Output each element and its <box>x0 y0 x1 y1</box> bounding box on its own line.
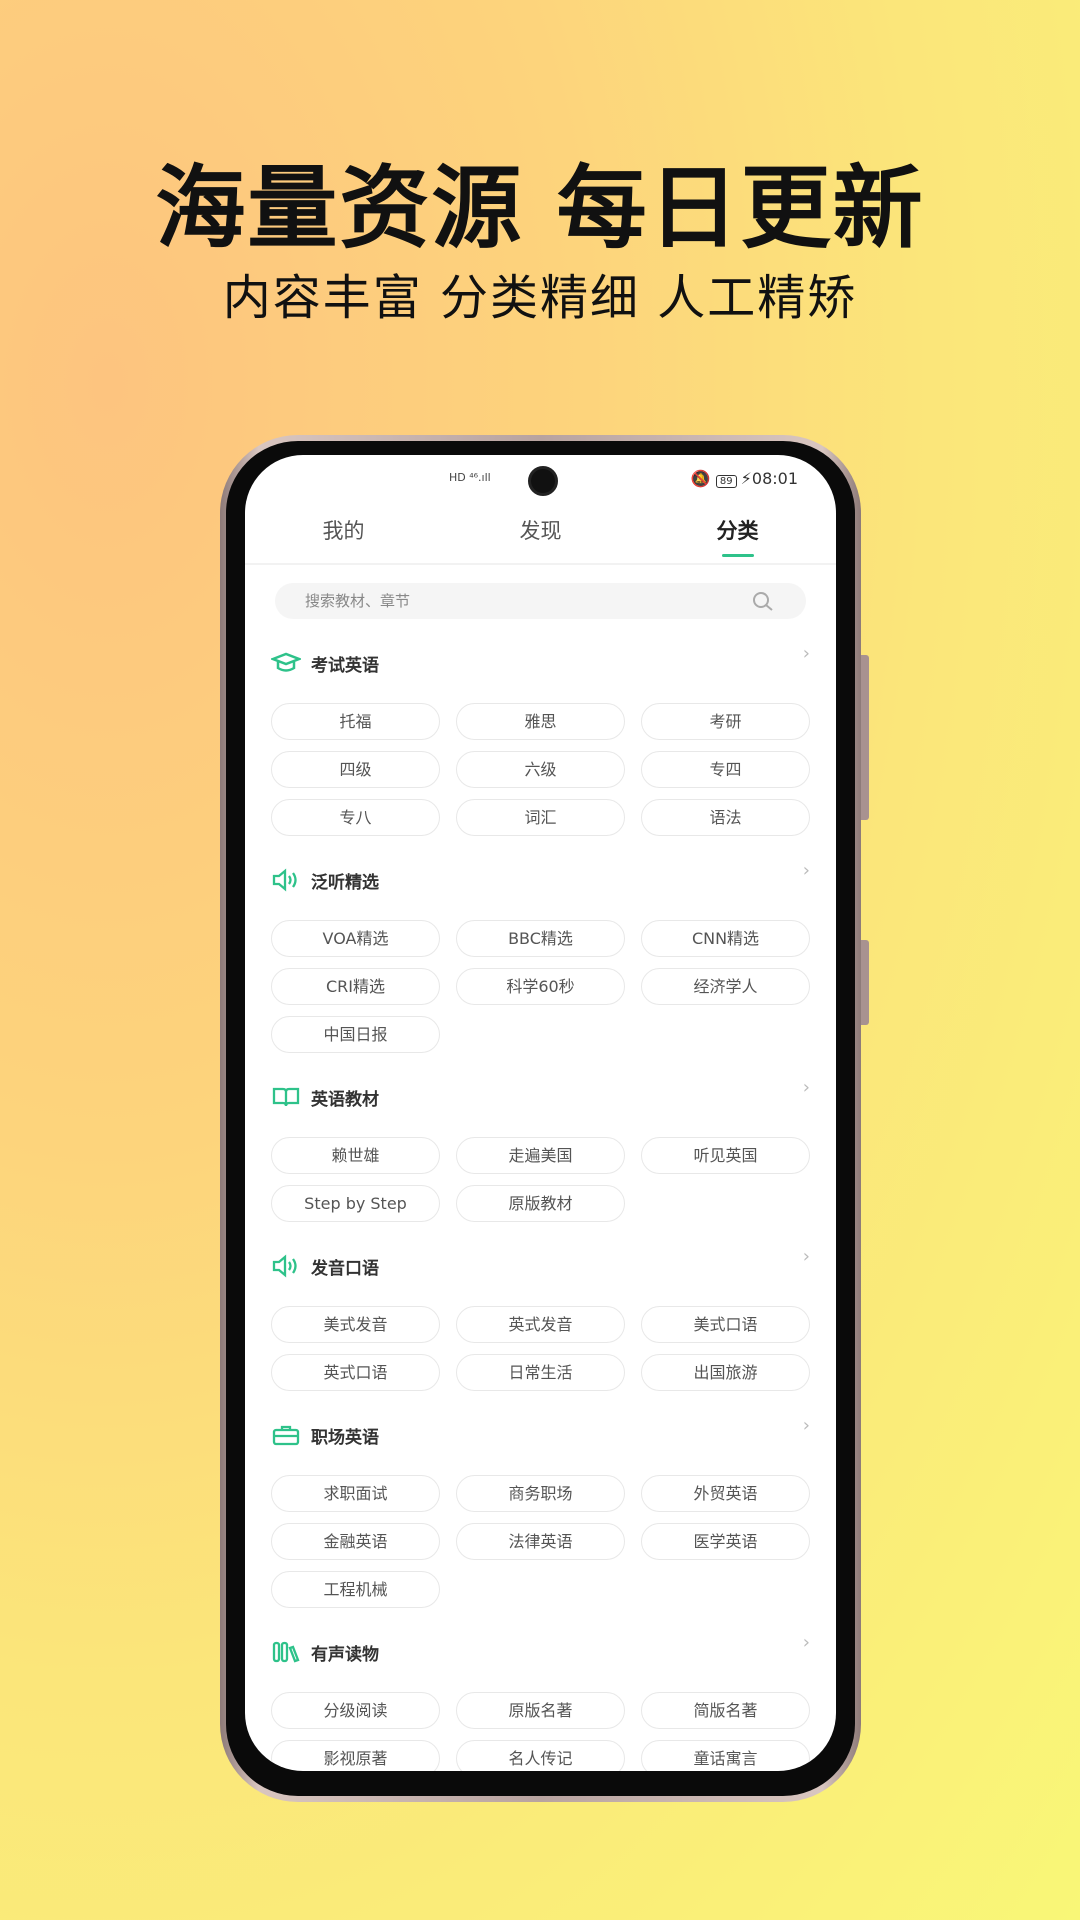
phone-frame: HD ⁴⁶.ıll 🔕 89 ⚡08:01 我的 发现 分类 搜索教材、章节 考试… <box>220 435 869 1802</box>
category-section: 职场英语 › 求职面试 商务职场 外贸英语金融英语 法律英语 医学英语工程机械 <box>271 1415 810 1608</box>
chevron-right-icon[interactable]: › <box>803 1415 810 1436</box>
chevron-right-icon[interactable]: › <box>803 1077 810 1098</box>
section-title: 英语教材 <box>311 1089 379 1110</box>
category-chip[interactable]: 经济学人 <box>641 968 810 1005</box>
section-header[interactable]: 职场英语 › <box>271 1415 810 1449</box>
section-title: 考试英语 <box>311 655 379 676</box>
signal-icon: HD ⁴⁶.ıll <box>449 471 491 484</box>
search-icon[interactable] <box>752 591 774 613</box>
chevron-right-icon[interactable]: › <box>803 860 810 881</box>
category-chip[interactable]: CRI精选 <box>271 968 440 1005</box>
category-chip[interactable]: 美式口语 <box>641 1306 810 1343</box>
category-chip[interactable]: 六级 <box>456 751 625 788</box>
books-icon <box>271 1640 301 1664</box>
category-chip[interactable]: 专八 <box>271 799 440 836</box>
battery-icon: 89 <box>715 475 737 488</box>
category-chip[interactable]: 金融英语 <box>271 1523 440 1560</box>
category-chip[interactable]: 托福 <box>271 703 440 740</box>
chevron-right-icon[interactable]: › <box>803 1246 810 1267</box>
category-chip[interactable]: 商务职场 <box>456 1475 625 1512</box>
chevron-right-icon[interactable]: › <box>803 1632 810 1653</box>
section-title: 发音口语 <box>311 1258 379 1279</box>
category-chip[interactable]: 英式发音 <box>456 1306 625 1343</box>
clock: 08:01 <box>751 469 798 488</box>
category-chip[interactable]: 四级 <box>271 751 440 788</box>
category-chip[interactable]: CNN精选 <box>641 920 810 957</box>
tab-mine[interactable]: 我的 <box>245 499 442 563</box>
category-chip[interactable]: 考研 <box>641 703 810 740</box>
section-header[interactable]: 考试英语 › <box>269 643 810 677</box>
category-chip[interactable]: 原版名著 <box>456 1692 625 1729</box>
section-header[interactable]: 英语教材 › <box>271 1077 810 1111</box>
category-section: 英语教材 › 赖世雄 走遍美国 听见英国 Step by Step 原版教材 <box>271 1077 810 1222</box>
chip-grid: 分级阅读原版名著简版名著影视原著名人传记童话寓言广播剧诗歌美文 <box>271 1692 810 1771</box>
category-chip[interactable]: 中国日报 <box>271 1016 440 1053</box>
category-chip[interactable]: 法律英语 <box>456 1523 625 1560</box>
category-chip[interactable]: 词汇 <box>456 799 625 836</box>
active-tab-indicator <box>721 554 754 557</box>
category-list: 考试英语 › 托福 雅思 考研四级 六级 专四专八 词汇 语法泛听精选 › VOA精选 BBC精选 CN… <box>245 643 836 1771</box>
category-chip[interactable]: 工程机械 <box>271 1571 440 1608</box>
category-chip[interactable]: Step by Step <box>271 1185 440 1222</box>
category-chip[interactable]: 科学60秒 <box>456 968 625 1005</box>
category-chip[interactable]: 雅思 <box>456 703 625 740</box>
speaker-icon <box>271 1254 301 1278</box>
chip-grid: VOA精选 BBC精选 CNN精选 CRI精选 科学60秒 经济学人中国日报 <box>271 920 810 1053</box>
category-section: 考试英语 › 托福 雅思 考研四级 六级 专四专八 词汇 语法 <box>269 643 810 836</box>
category-chip[interactable]: 外贸英语 <box>641 1475 810 1512</box>
section-header[interactable]: 有声读物 › <box>271 1632 810 1666</box>
category-chip[interactable]: 语法 <box>641 799 810 836</box>
search-input[interactable]: 搜索教材、章节 <box>275 583 806 619</box>
category-chip[interactable]: 日常生活 <box>456 1354 625 1391</box>
chip-grid: 美式发音 英式发音 美式口语英式口语 日常生活 出国旅游 <box>271 1306 810 1391</box>
speaker-icon <box>271 868 301 892</box>
category-chip[interactable]: 医学英语 <box>641 1523 810 1560</box>
category-chip[interactable]: VOA精选 <box>271 920 440 957</box>
power-button <box>861 940 869 1025</box>
status-bar: HD ⁴⁶.ıll 🔕 89 ⚡08:01 <box>245 455 836 499</box>
chip-grid: 赖世雄 走遍美国 听见英国 Step by Step 原版教材 <box>271 1137 810 1222</box>
volume-button <box>861 655 869 820</box>
app-screen: HD ⁴⁶.ıll 🔕 89 ⚡08:01 我的 发现 分类 搜索教材、章节 考试… <box>245 455 836 1771</box>
category-section: 发音口语 › 美式发音 英式发音 美式口语英式口语 日常生活 出国旅游 <box>271 1246 810 1391</box>
mute-icon: 🔕 <box>690 469 711 488</box>
category-section: 有声读物›分级阅读原版名著简版名著影视原著名人传记童话寓言广播剧诗歌美文 <box>271 1632 810 1771</box>
category-chip[interactable]: 英式口语 <box>271 1354 440 1391</box>
category-chip[interactable]: BBC精选 <box>456 920 625 957</box>
chip-grid: 托福 雅思 考研四级 六级 专四专八 词汇 语法 <box>271 703 810 836</box>
category-chip[interactable]: 听见英国 <box>641 1137 810 1174</box>
category-section: 泛听精选 › VOA精选 BBC精选 CNN精选 CRI精选 科学60秒 经济学人中国日报 <box>271 860 810 1053</box>
charging-icon: ⚡ <box>740 469 752 488</box>
headline: 海量资源 每日更新 <box>155 156 925 261</box>
category-chip[interactable]: 分级阅读 <box>271 1692 440 1729</box>
category-chip[interactable]: 走遍美国 <box>456 1137 625 1174</box>
section-header[interactable]: 泛听精选 › <box>271 860 810 894</box>
book-icon <box>271 1085 301 1109</box>
section-title: 职场英语 <box>311 1427 379 1448</box>
category-chip[interactable]: 名人传记 <box>456 1740 625 1771</box>
category-chip[interactable]: 影视原著 <box>271 1740 440 1771</box>
category-chip[interactable]: 美式发音 <box>271 1306 440 1343</box>
briefcase-icon <box>271 1423 301 1447</box>
tab-discover[interactable]: 发现 <box>442 499 639 563</box>
category-chip[interactable]: 童话寓言 <box>641 1740 810 1771</box>
category-chip[interactable]: 求职面试 <box>271 1475 440 1512</box>
tab-category[interactable]: 分类 <box>639 499 836 563</box>
camera-icon <box>528 466 558 496</box>
chip-grid: 求职面试 商务职场 外贸英语金融英语 法律英语 医学英语工程机械 <box>271 1475 810 1608</box>
tab-bar: 我的 发现 分类 <box>245 499 836 565</box>
search-placeholder: 搜索教材、章节 <box>305 592 411 610</box>
category-chip[interactable]: 原版教材 <box>456 1185 625 1222</box>
category-chip[interactable]: 出国旅游 <box>641 1354 810 1391</box>
section-header[interactable]: 发音口语 › <box>271 1246 810 1280</box>
graduation-cap-icon <box>269 651 303 675</box>
category-chip[interactable]: 专四 <box>641 751 810 788</box>
section-title: 泛听精选 <box>311 872 379 893</box>
category-chip[interactable]: 赖世雄 <box>271 1137 440 1174</box>
chevron-right-icon[interactable]: › <box>803 643 810 664</box>
subline: 内容丰富 分类精细 人工精矫 <box>222 270 858 326</box>
category-chip[interactable]: 简版名著 <box>641 1692 810 1729</box>
section-title: 有声读物 <box>311 1644 379 1665</box>
